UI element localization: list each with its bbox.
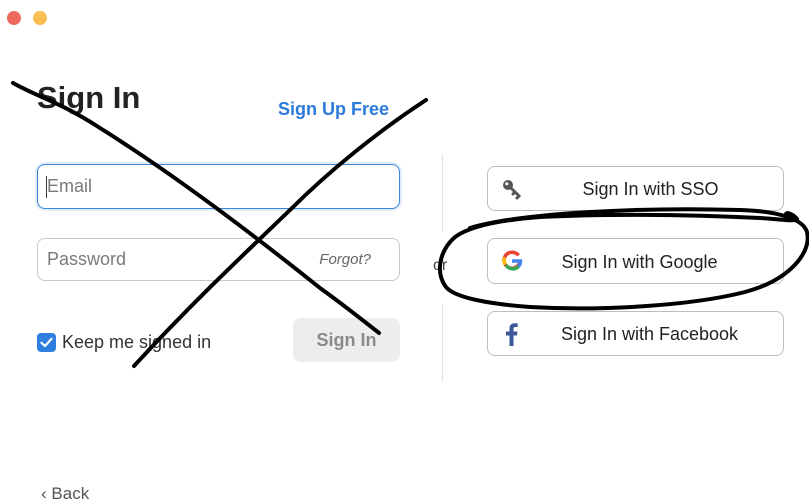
window-minimize-button[interactable] — [33, 11, 47, 25]
chevron-left-icon: ‹ — [41, 484, 47, 503]
sign-in-sso-button[interactable]: Sign In with SSO — [487, 166, 784, 211]
forgot-password-link[interactable]: Forgot? — [319, 251, 371, 268]
vertical-divider-bottom — [442, 304, 443, 382]
email-input[interactable] — [47, 165, 307, 208]
password-input[interactable] — [47, 239, 307, 280]
sign-in-sso-label: Sign In with SSO — [582, 179, 719, 199]
checkmark-icon — [40, 337, 53, 348]
window-close-button[interactable] — [7, 11, 21, 25]
back-label: Back — [51, 484, 90, 503]
sign-in-facebook-button[interactable]: Sign In with Facebook — [487, 311, 784, 356]
sign-up-free-link[interactable]: Sign Up Free — [278, 99, 389, 120]
sign-in-button[interactable]: Sign In — [293, 318, 400, 362]
email-field[interactable] — [37, 164, 400, 209]
keep-signed-in-label: Keep me signed in — [62, 332, 212, 352]
vertical-divider-top — [442, 154, 443, 232]
or-separator: or — [433, 257, 448, 275]
back-button[interactable]: ‹ Back — [41, 484, 89, 504]
sign-in-facebook-label: Sign In with Facebook — [560, 324, 739, 344]
sign-in-google-button[interactable]: Sign In with Google — [487, 238, 784, 284]
keep-signed-in-checkbox[interactable] — [37, 333, 56, 352]
page-title: Sign In — [37, 80, 141, 115]
sign-in-google-label: Sign In with Google — [561, 252, 718, 272]
password-field[interactable]: Forgot? — [37, 238, 400, 281]
